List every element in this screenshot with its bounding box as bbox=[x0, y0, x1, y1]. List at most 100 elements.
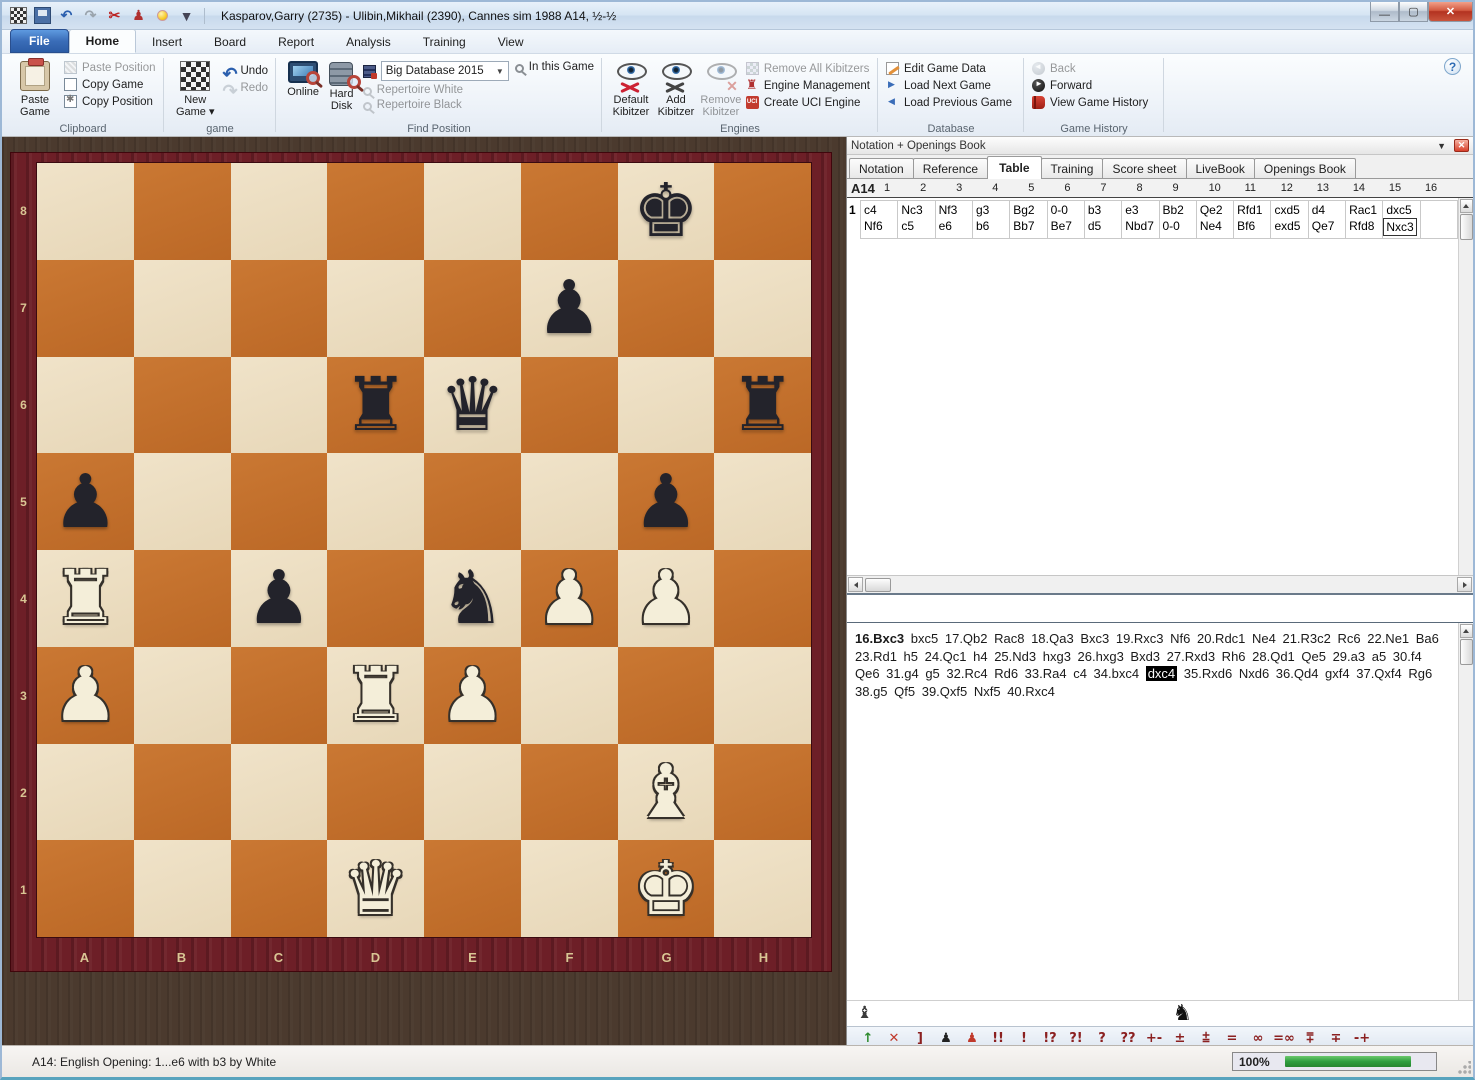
square-c5[interactable] bbox=[231, 453, 328, 550]
move-cell[interactable]: Qe2Ne4 bbox=[1196, 200, 1234, 239]
move-list[interactable]: 16.Bxc3 bxc5 17.Qb2 Rac8 18.Qa3 Bxc3 19.… bbox=[847, 623, 1458, 1000]
move-cell[interactable]: Bb20-0 bbox=[1159, 200, 1197, 239]
square-a4[interactable]: ♜ bbox=[37, 550, 134, 647]
table-horizontal-scrollbar[interactable] bbox=[847, 575, 1473, 593]
square-d2[interactable] bbox=[327, 744, 424, 841]
save-icon[interactable] bbox=[34, 7, 51, 24]
paste-game-button[interactable]: Paste Game bbox=[9, 59, 61, 118]
square-e3[interactable]: ♟ bbox=[424, 647, 521, 744]
square-e1[interactable] bbox=[424, 840, 521, 937]
in-this-game-button[interactable]: In this Game bbox=[515, 61, 594, 73]
square-c4[interactable]: ♟ bbox=[231, 550, 328, 647]
black-pawn[interactable]: ♟ bbox=[246, 561, 312, 635]
table-scrollbar[interactable] bbox=[1458, 198, 1473, 575]
tab-view[interactable]: View bbox=[482, 31, 540, 53]
square-a6[interactable] bbox=[37, 357, 134, 454]
black-king[interactable]: ♚ bbox=[633, 174, 699, 248]
tab-board[interactable]: Board bbox=[198, 31, 262, 53]
square-f1[interactable] bbox=[521, 840, 618, 937]
square-d3[interactable]: ♜ bbox=[327, 647, 424, 744]
square-f5[interactable] bbox=[521, 453, 618, 550]
square-g7[interactable] bbox=[618, 260, 715, 357]
square-d1[interactable]: ♛ bbox=[327, 840, 424, 937]
tab-file[interactable]: File bbox=[10, 29, 69, 53]
panel-tab-training[interactable]: Training bbox=[1041, 158, 1104, 178]
square-e6[interactable]: ♛ bbox=[424, 357, 521, 454]
resize-grip[interactable] bbox=[1457, 1061, 1471, 1075]
online-button[interactable]: Online bbox=[283, 59, 323, 98]
white-bishop[interactable]: ♝ bbox=[633, 755, 699, 829]
app-icon[interactable] bbox=[10, 7, 27, 24]
scroll-up-arrow[interactable] bbox=[1460, 199, 1473, 213]
scroll-thumb[interactable] bbox=[1460, 639, 1473, 665]
square-h1[interactable] bbox=[714, 840, 811, 937]
tab-home[interactable]: Home bbox=[69, 29, 136, 53]
help-button[interactable]: ? bbox=[1444, 58, 1461, 75]
white-queen[interactable]: ♛ bbox=[342, 852, 408, 926]
notation-scrollbar[interactable] bbox=[1458, 623, 1473, 1000]
square-c6[interactable] bbox=[231, 357, 328, 454]
maximize-button[interactable]: ▢ bbox=[1399, 2, 1428, 22]
move-cell[interactable]: dxc5Nxc3 bbox=[1382, 200, 1420, 239]
scroll-up-arrow[interactable] bbox=[1460, 624, 1473, 638]
move-cell[interactable]: Nf3e6 bbox=[935, 200, 973, 239]
copy-position-button[interactable]: Copy Position bbox=[64, 95, 156, 108]
move-cell[interactable]: Bg2Bb7 bbox=[1009, 200, 1047, 239]
square-a2[interactable] bbox=[37, 744, 134, 841]
quick-undo-icon[interactable]: ↶ bbox=[58, 7, 75, 24]
panel-close-icon[interactable]: ✕ bbox=[1454, 139, 1469, 152]
move-cell[interactable]: Nc3c5 bbox=[897, 200, 935, 239]
panel-tab-notation[interactable]: Notation bbox=[849, 158, 914, 178]
square-d8[interactable] bbox=[327, 163, 424, 260]
square-b7[interactable] bbox=[134, 260, 231, 357]
panel-dropdown-icon[interactable]: ▼ bbox=[1437, 141, 1446, 151]
white-king[interactable]: ♚ bbox=[633, 852, 699, 926]
move-cell[interactable]: Rfd1Bf6 bbox=[1233, 200, 1271, 239]
black-rook[interactable]: ♜ bbox=[729, 368, 795, 442]
default-kibitzer-button[interactable]: Default Kibitzer bbox=[609, 59, 653, 118]
panel-tab-score-sheet[interactable]: Score sheet bbox=[1102, 158, 1186, 178]
scroll-left-arrow[interactable] bbox=[848, 577, 863, 592]
square-d7[interactable] bbox=[327, 260, 424, 357]
square-g6[interactable] bbox=[618, 357, 715, 454]
move-cell[interactable] bbox=[1420, 200, 1458, 239]
white-rook[interactable]: ♜ bbox=[342, 658, 408, 732]
tab-training[interactable]: Training bbox=[407, 31, 482, 53]
new-game-button[interactable]: New Game ▾ bbox=[171, 59, 220, 118]
move-cell[interactable]: c4Nf6 bbox=[860, 200, 898, 239]
square-b5[interactable] bbox=[134, 453, 231, 550]
square-e4[interactable]: ♞ bbox=[424, 550, 521, 647]
square-f7[interactable]: ♟ bbox=[521, 260, 618, 357]
panel-tab-table[interactable]: Table bbox=[987, 156, 1041, 179]
highlighted-move[interactable]: dxc4 bbox=[1146, 666, 1177, 681]
square-e8[interactable] bbox=[424, 163, 521, 260]
panel-tab-reference[interactable]: Reference bbox=[913, 158, 988, 178]
square-f8[interactable] bbox=[521, 163, 618, 260]
square-d6[interactable]: ♜ bbox=[327, 357, 424, 454]
hscroll-thumb[interactable] bbox=[865, 578, 891, 592]
move-cell[interactable]: Rac1Rfd8 bbox=[1345, 200, 1383, 239]
square-h5[interactable] bbox=[714, 453, 811, 550]
scroll-thumb[interactable] bbox=[1460, 214, 1473, 240]
square-d4[interactable] bbox=[327, 550, 424, 647]
move-cell[interactable]: b3d5 bbox=[1084, 200, 1122, 239]
black-rook[interactable]: ♜ bbox=[342, 368, 408, 442]
close-button[interactable]: ✕ bbox=[1428, 2, 1473, 22]
create-uci-engine-button[interactable]: Create UCI Engine bbox=[746, 96, 870, 109]
copy-game-button[interactable]: Copy Game bbox=[64, 78, 156, 91]
square-e2[interactable] bbox=[424, 744, 521, 841]
panel-tab-livebook[interactable]: LiveBook bbox=[1186, 158, 1255, 178]
black-pawn[interactable]: ♟ bbox=[536, 271, 602, 345]
square-g5[interactable]: ♟ bbox=[618, 453, 715, 550]
move-cell[interactable]: g3b6 bbox=[972, 200, 1010, 239]
square-g1[interactable]: ♚ bbox=[618, 840, 715, 937]
engine-management-button[interactable]: Engine Management bbox=[746, 79, 870, 92]
square-a8[interactable] bbox=[37, 163, 134, 260]
square-f3[interactable] bbox=[521, 647, 618, 744]
square-a7[interactable] bbox=[37, 260, 134, 357]
scroll-right-arrow[interactable] bbox=[1457, 577, 1472, 592]
square-g2[interactable]: ♝ bbox=[618, 744, 715, 841]
square-a1[interactable] bbox=[37, 840, 134, 937]
square-c3[interactable] bbox=[231, 647, 328, 744]
view-game-history-button[interactable]: View Game History bbox=[1032, 96, 1148, 109]
